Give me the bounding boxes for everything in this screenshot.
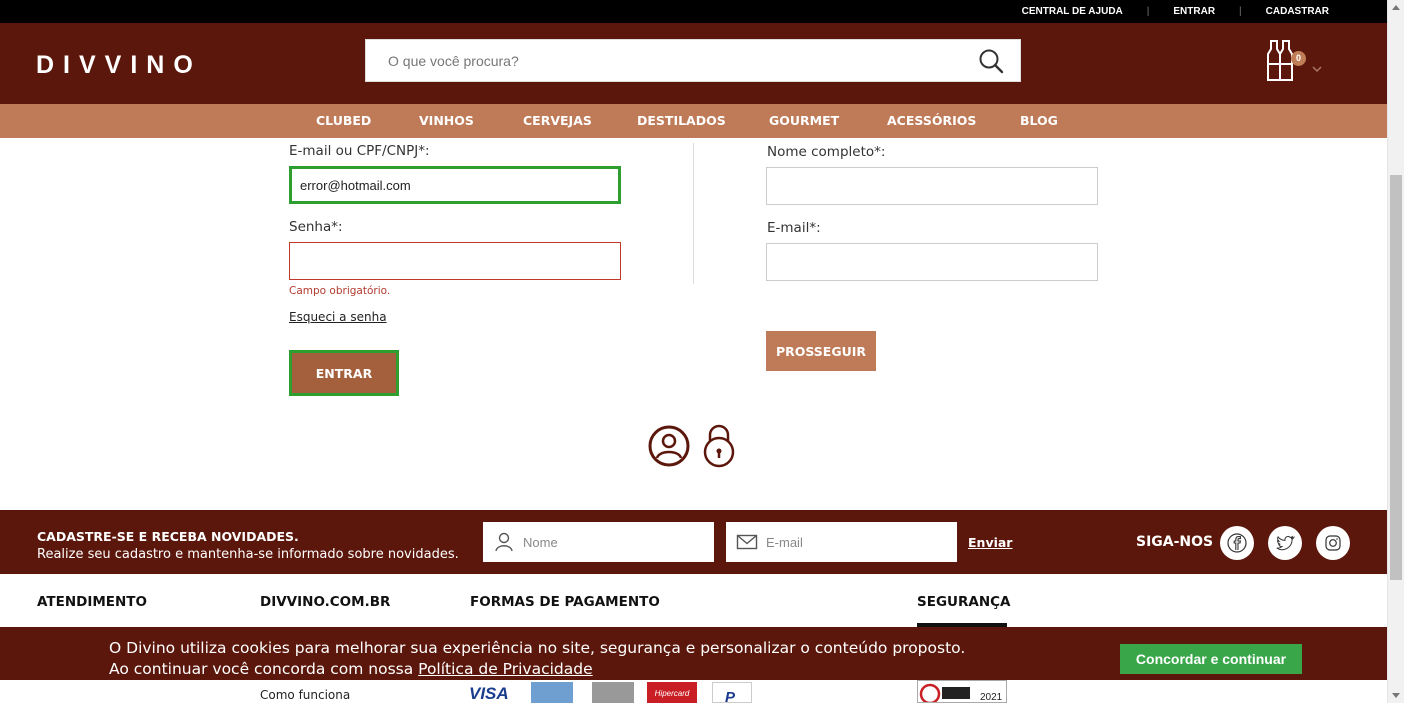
user-circle-icon [648, 425, 690, 467]
paypal-logo: P [712, 682, 752, 703]
instagram-icon [1325, 535, 1341, 551]
facebook-icon [1227, 533, 1247, 553]
login-email-field[interactable] [289, 166, 621, 204]
vertical-scrollbar[interactable] [1387, 0, 1404, 703]
nav-item-blog[interactable]: BLOG [1020, 104, 1058, 138]
envelope-icon [736, 534, 758, 550]
twitter-button[interactable] [1268, 526, 1302, 560]
payment-card-logo [592, 682, 634, 703]
proceed-button[interactable]: PROSSEGUIR [766, 331, 876, 371]
ebit-seal-icon: 2021 [919, 683, 1003, 703]
facebook-button[interactable] [1220, 526, 1254, 560]
register-email-field[interactable] [766, 243, 1098, 281]
cookie-text-line2: Ao continuar você concorda com nossa Pol… [109, 660, 593, 678]
main-content: CENTRAL DE AJUDA | ENTRAR | CADASTRAR DI… [0, 0, 1387, 703]
instagram-button[interactable] [1316, 526, 1350, 560]
separator: | [1239, 6, 1242, 17]
login-password-field[interactable] [289, 242, 621, 280]
header: DIVVINO 0 [0, 23, 1387, 104]
register-email-label: E-mail*: [767, 220, 821, 236]
newsletter-title: CADASTRE-SE E RECEBA NOVIDADES. [37, 529, 299, 544]
nav-item-gourmet[interactable]: GOURMET [769, 104, 839, 138]
footer-site-heading: DIVVINO.COM.BR [260, 594, 391, 610]
ebit-seal: 2021 [917, 680, 1007, 703]
search-input[interactable] [366, 40, 966, 81]
site-logo[interactable]: DIVVINO [36, 51, 202, 80]
cart-count-badge: 0 [1291, 51, 1306, 66]
search-box [365, 39, 1021, 82]
register-link[interactable]: CADASTRAR [1266, 6, 1329, 17]
newsletter-name-input[interactable] [523, 522, 708, 562]
footer-how-it-works-link[interactable]: Como funciona [260, 688, 350, 702]
paypal-icon: P [725, 689, 736, 703]
email-label: E-mail ou CPF/CNPJ*: [289, 143, 430, 159]
newsletter-subtitle: Realize seu cadastro e mantenha-se infor… [37, 547, 459, 562]
padlock-icon [703, 424, 735, 468]
visa-logo: VISA [469, 684, 509, 703]
follow-us-label: SIGA-NOS [1136, 534, 1214, 550]
footer-security-heading: SEGURANÇA [917, 594, 1011, 610]
nav-item-vinhos[interactable]: VINHOS [419, 104, 474, 138]
scrollbar-thumb[interactable] [1390, 175, 1402, 580]
scroll-down-arrow[interactable] [1392, 693, 1400, 698]
nav-item-acessorios[interactable]: ACESSÓRIOS [887, 104, 976, 138]
page: CENTRAL DE AJUDA | ENTRAR | CADASTRAR DI… [0, 0, 1404, 703]
forgot-password-link[interactable]: Esqueci a senha [289, 310, 387, 324]
cookie-banner: O Divino utiliza cookies para melhorar s… [0, 627, 1387, 680]
svg-text:P: P [725, 689, 736, 703]
password-error-message: Campo obrigatório. [289, 285, 391, 297]
help-center-link[interactable]: CENTRAL DE AJUDA [1022, 6, 1123, 17]
fullname-label: Nome completo*: [767, 144, 886, 160]
privacy-policy-link[interactable]: Política de Privacidade [418, 660, 593, 678]
footer-payment-heading: FORMAS DE PAGAMENTO [470, 594, 660, 610]
nav-item-destilados[interactable]: DESTILADOS [637, 104, 726, 138]
login-link[interactable]: ENTRAR [1173, 6, 1215, 17]
user-icon [495, 532, 513, 552]
accept-cookies-button[interactable]: Concordar e continuar [1120, 644, 1302, 674]
newsletter-name-box [483, 522, 714, 562]
top-links: CENTRAL DE AJUDA | ENTRAR | CADASTRAR [1022, 0, 1329, 23]
register-name-field[interactable] [766, 167, 1098, 205]
separator: | [1146, 6, 1150, 17]
newsletter-email-box [726, 522, 957, 562]
nav-item-clubed[interactable]: CLUBED [316, 104, 371, 138]
hipercard-logo: Hipercard [647, 682, 697, 703]
newsletter-email-input[interactable] [766, 522, 951, 562]
password-label: Senha*: [289, 219, 343, 235]
nav-item-cervejas[interactable]: CERVEJAS [523, 104, 592, 138]
payment-card-logo [531, 682, 573, 703]
newsletter-send-link[interactable]: Enviar [968, 535, 1012, 550]
main-nav: CLUBED VINHOS CERVEJAS DESTILADOS GOURME… [0, 104, 1387, 138]
cookie-text-line1: O Divino utiliza cookies para melhorar s… [109, 639, 966, 657]
cookie-text-prefix: Ao continuar você concorda com nossa [109, 660, 419, 678]
top-bar: CENTRAL DE AJUDA | ENTRAR | CADASTRAR [0, 0, 1387, 23]
search-icon[interactable] [978, 48, 1004, 74]
newsletter-bar: CADASTRE-SE E RECEBA NOVIDADES. Realize … [0, 510, 1387, 574]
column-divider [693, 143, 694, 284]
footer-attendance-heading: ATENDIMENTO [37, 594, 147, 610]
seal-year: 2021 [980, 692, 1003, 702]
scroll-up-arrow[interactable] [1392, 5, 1400, 10]
login-submit-button[interactable]: ENTRAR [289, 350, 399, 396]
twitter-icon [1276, 535, 1295, 551]
